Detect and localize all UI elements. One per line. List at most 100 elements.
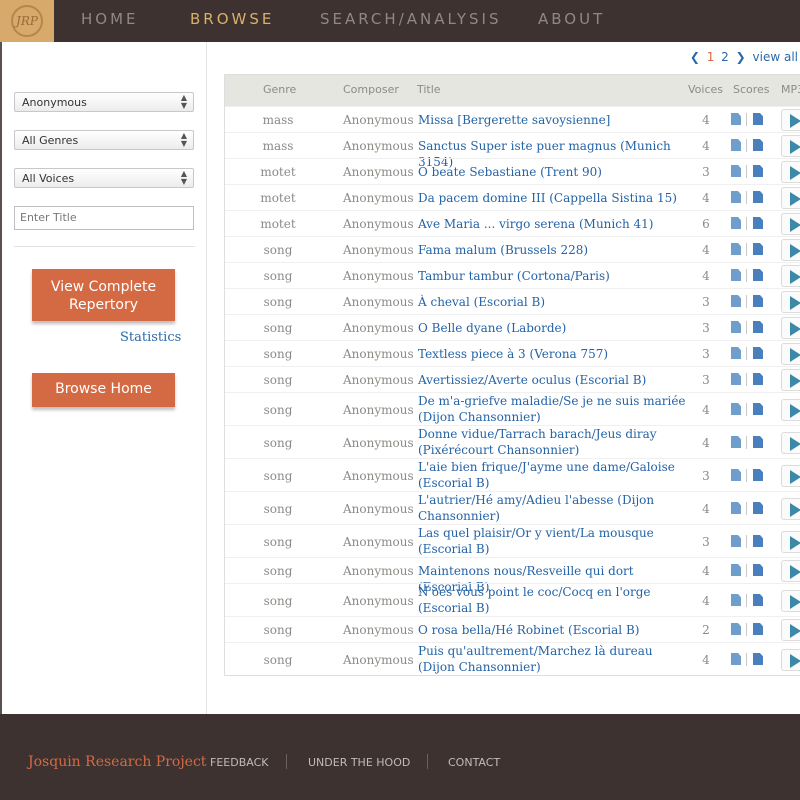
pdf-score-icon[interactable] [731, 295, 741, 307]
pdf-score-icon[interactable] [731, 191, 741, 203]
music-score-icon[interactable] [753, 269, 763, 281]
title-search-input[interactable]: Enter Title [14, 206, 194, 230]
title-link[interactable]: Da pacem domine III (Cappella Sistina 15… [418, 190, 686, 206]
title-link[interactable]: Las quel plaisir/Or y vient/La mousque (… [418, 525, 686, 557]
play-button[interactable] [781, 291, 800, 313]
music-score-icon[interactable] [753, 653, 763, 665]
next-page-icon[interactable]: ❯ [736, 50, 746, 64]
view-all-link[interactable]: view all [753, 50, 798, 64]
page-2-link[interactable]: 2 [721, 50, 729, 64]
pdf-score-icon[interactable] [731, 436, 741, 448]
play-button[interactable] [781, 465, 800, 487]
nav-about[interactable]: ABOUT [538, 10, 605, 28]
play-button[interactable] [781, 161, 800, 183]
play-button[interactable] [781, 531, 800, 553]
play-button[interactable] [781, 432, 800, 454]
nav-search-analysis[interactable]: SEARCH/ANALYSIS [320, 10, 501, 28]
nav-home[interactable]: HOME [81, 10, 139, 28]
play-button[interactable] [781, 317, 800, 339]
view-complete-repertory-button[interactable]: View Complete Repertory [32, 269, 175, 321]
composer-select[interactable]: Anonymous ▲ ▼ [14, 92, 194, 112]
header-genre[interactable]: Genre [263, 83, 296, 96]
pdf-score-icon[interactable] [731, 594, 741, 606]
music-score-icon[interactable] [753, 535, 763, 547]
footer-contact-link[interactable]: CONTACT [448, 756, 500, 769]
play-button[interactable] [781, 135, 800, 157]
title-link[interactable]: Tambur tambur (Cortona/Paris) [418, 268, 686, 284]
browse-home-button[interactable]: Browse Home [32, 373, 175, 407]
play-button[interactable] [781, 239, 800, 261]
play-button[interactable] [781, 649, 800, 671]
title-link[interactable]: O Belle dyane (Laborde) [418, 320, 686, 336]
title-link[interactable]: O beate Sebastiane (Trent 90) [418, 164, 686, 180]
play-button[interactable] [781, 213, 800, 235]
pdf-score-icon[interactable] [731, 113, 741, 125]
play-button[interactable] [781, 399, 800, 421]
pdf-score-icon[interactable] [731, 373, 741, 385]
music-score-icon[interactable] [753, 469, 763, 481]
title-link[interactable]: Puis qu'aultrement/Marchez là dureau (Di… [418, 643, 686, 675]
genre-select[interactable]: All Genres ▲ ▼ [14, 130, 194, 150]
title-link[interactable]: Donne vidue/Tarrach barach/Jeus diray (P… [418, 426, 686, 458]
play-button[interactable] [781, 369, 800, 391]
header-title[interactable]: Title [417, 83, 441, 96]
play-button[interactable] [781, 343, 800, 365]
music-score-icon[interactable] [753, 191, 763, 203]
play-button[interactable] [781, 619, 800, 641]
pdf-score-icon[interactable] [731, 347, 741, 359]
title-link[interactable]: Missa [Bergerette savoysienne] [418, 112, 686, 128]
pdf-score-icon[interactable] [731, 139, 741, 151]
pdf-score-icon[interactable] [731, 243, 741, 255]
title-link[interactable]: De m'a-griefve maladie/Se je ne suis mar… [418, 393, 686, 425]
pdf-score-icon[interactable] [731, 469, 741, 481]
header-composer[interactable]: Composer [343, 83, 399, 96]
music-score-icon[interactable] [753, 321, 763, 333]
play-button[interactable] [781, 590, 800, 612]
pdf-score-icon[interactable] [731, 321, 741, 333]
music-score-icon[interactable] [753, 403, 763, 415]
play-button[interactable] [781, 560, 800, 582]
music-score-icon[interactable] [753, 217, 763, 229]
pdf-score-icon[interactable] [731, 653, 741, 665]
pdf-score-icon[interactable] [731, 217, 741, 229]
title-link[interactable]: L'aie bien frique/J'ayme une dame/Galois… [418, 459, 686, 491]
prev-page-icon[interactable]: ❮ [690, 50, 700, 64]
music-score-icon[interactable] [753, 373, 763, 385]
play-button[interactable] [781, 187, 800, 209]
header-voices[interactable]: Voices [688, 83, 723, 96]
music-score-icon[interactable] [753, 139, 763, 151]
jrp-logo[interactable]: JRP [0, 0, 54, 42]
voices-select[interactable]: All Voices ▲ ▼ [14, 168, 194, 188]
nav-browse[interactable]: BROWSE [190, 10, 274, 28]
music-score-icon[interactable] [753, 502, 763, 514]
title-link[interactable]: L'autrier/Hé amy/Adieu l'abesse (Dijon C… [418, 492, 686, 524]
title-link[interactable]: À cheval (Escorial B) [418, 294, 686, 310]
footer-under-the-hood-link[interactable]: UNDER THE HOOD [308, 756, 410, 769]
music-score-icon[interactable] [753, 113, 763, 125]
pdf-score-icon[interactable] [731, 403, 741, 415]
pdf-score-icon[interactable] [731, 535, 741, 547]
title-link[interactable]: Textless piece à 3 (Verona 757) [418, 346, 686, 362]
statistics-link[interactable]: Statistics [120, 330, 181, 345]
pdf-score-icon[interactable] [731, 564, 741, 576]
pdf-score-icon[interactable] [731, 623, 741, 635]
pdf-score-icon[interactable] [731, 502, 741, 514]
title-link[interactable]: Ave Maria ... virgo serena (Munich 41) [418, 216, 686, 232]
footer-feedback-link[interactable]: FEEDBACK [210, 756, 268, 769]
music-score-icon[interactable] [753, 243, 763, 255]
music-score-icon[interactable] [753, 165, 763, 177]
title-link[interactable]: O rosa bella/Hé Robinet (Escorial B) [418, 622, 686, 638]
music-score-icon[interactable] [753, 436, 763, 448]
music-score-icon[interactable] [753, 564, 763, 576]
page-1-link[interactable]: 1 [707, 50, 715, 64]
title-link[interactable]: N'oés vous point le coc/Cocq en l'orge (… [418, 584, 686, 616]
play-button[interactable] [781, 498, 800, 520]
pdf-score-icon[interactable] [731, 269, 741, 281]
title-link[interactable]: Fama malum (Brussels 228) [418, 242, 686, 258]
play-button[interactable] [781, 109, 800, 131]
footer-brand[interactable]: Josquin Research Project [28, 754, 206, 770]
music-score-icon[interactable] [753, 295, 763, 307]
title-link[interactable]: Avertissiez/Averte oculus (Escorial B) [418, 372, 686, 388]
music-score-icon[interactable] [753, 347, 763, 359]
pdf-score-icon[interactable] [731, 165, 741, 177]
